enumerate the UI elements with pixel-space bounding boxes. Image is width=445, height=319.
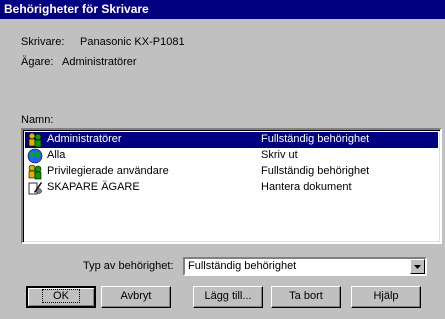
names-listbox[interactable]: Administratörer Fullständig behörighet A…	[21, 128, 442, 244]
owner-value: Administratörer	[62, 56, 137, 68]
owner-label: Ägare:	[21, 56, 54, 68]
creator-owner-icon	[28, 182, 42, 195]
access-type-select[interactable]: Fullständig behörighet	[183, 257, 427, 276]
list-item[interactable]: Alla Skriv ut	[25, 148, 438, 164]
access-type-label: Typ av behörighet:	[83, 260, 174, 272]
item-permission: Fullständig behörighet	[261, 165, 370, 177]
title-bar[interactable]: Behörigheter för Skrivare	[0, 0, 445, 19]
help-button[interactable]: Hjälp	[351, 286, 421, 308]
item-name: Privilegierade användare	[47, 165, 169, 177]
dropdown-button[interactable]	[410, 259, 425, 274]
add-button[interactable]: Lägg till...	[193, 286, 263, 308]
group-icon	[28, 132, 42, 148]
item-name: Administratörer	[47, 133, 122, 145]
list-item[interactable]: SKAPARE ÄGARE Hantera dokument	[25, 180, 438, 196]
printer-value: Panasonic KX-P1081	[80, 36, 185, 48]
cancel-button[interactable]: Avbryt	[101, 286, 171, 308]
ok-button-label: OK	[42, 289, 80, 303]
window-title: Behörigheter för Skrivare	[4, 2, 149, 16]
list-item[interactable]: Administratörer Fullständig behörighet	[25, 132, 438, 148]
item-permission: Hantera dokument	[261, 181, 352, 193]
remove-button-label: Ta bort	[289, 290, 323, 302]
item-name: Alla	[47, 149, 66, 161]
printer-label: Skrivare:	[21, 36, 65, 48]
names-label: Namn:	[21, 114, 54, 126]
add-button-label: Lägg till...	[204, 290, 252, 302]
list-item[interactable]: Privilegierade användare Fullständig beh…	[25, 164, 438, 180]
item-name: SKAPARE ÄGARE	[47, 181, 140, 193]
item-permission: Skriv ut	[261, 149, 298, 161]
globe-icon	[27, 148, 43, 164]
help-button-label: Hjälp	[373, 290, 399, 302]
chevron-down-icon	[414, 265, 421, 269]
remove-button[interactable]: Ta bort	[271, 286, 341, 308]
access-type-value: Fullständig behörighet	[188, 260, 297, 272]
ok-button[interactable]: OK	[26, 286, 96, 308]
item-permission: Fullständig behörighet	[261, 133, 370, 145]
cancel-button-label: Avbryt	[120, 290, 152, 302]
group-icon	[28, 164, 42, 180]
